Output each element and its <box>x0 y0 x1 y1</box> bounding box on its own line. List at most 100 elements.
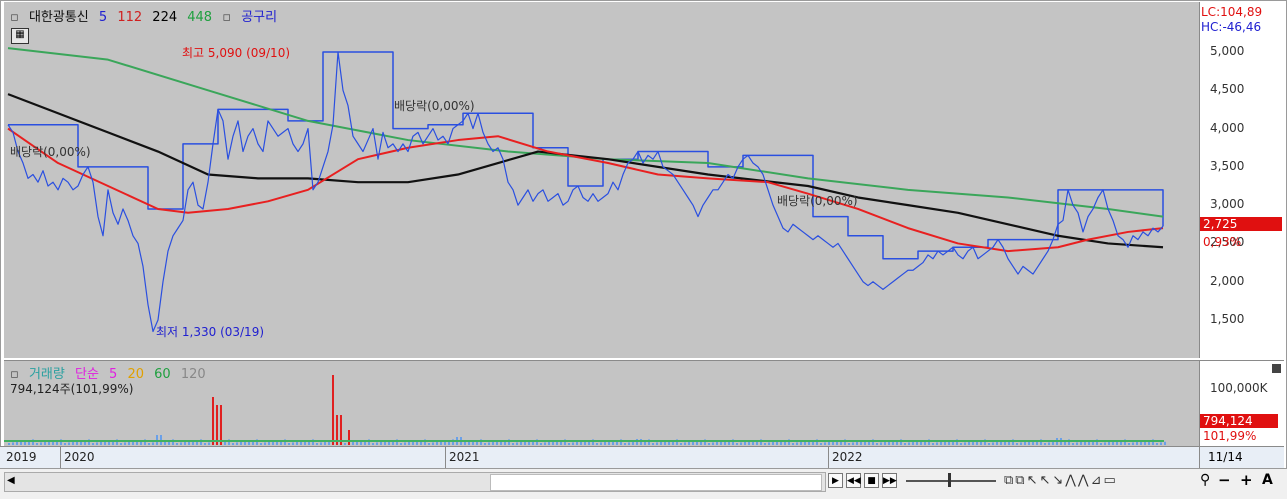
rewind-icon[interactable]: ◀◀ <box>846 473 861 488</box>
volume-bar <box>680 443 682 445</box>
volume-bar <box>744 441 746 445</box>
volume-bar <box>180 442 182 445</box>
volume-bar <box>100 441 102 445</box>
volume-bar <box>332 375 334 445</box>
scroll-right-icon[interactable]: ▶ <box>828 473 843 488</box>
current-change: 0,93% <box>1203 235 1242 249</box>
volume-current-badge: 794,124 <box>1200 414 1278 428</box>
volume-bar <box>1072 443 1074 445</box>
volume-bar <box>1128 443 1130 445</box>
volume-bar <box>936 442 938 445</box>
time-axis[interactable]: 2019 2020 2021 2022 <box>0 446 1199 469</box>
volume-bar <box>856 441 858 445</box>
horizontal-scrollbar[interactable]: ◀ <box>4 472 826 492</box>
volume-bar <box>292 442 294 445</box>
volume-bar <box>772 441 774 445</box>
volume-tick: 100,000K <box>1210 381 1268 395</box>
volume-bar <box>16 441 18 445</box>
zoom-out-icon[interactable]: − <box>1218 471 1231 489</box>
price-axis[interactable]: LC:104,89 HC:-46,46 5,000 4,500 4,000 3,500… <box>1199 2 1284 358</box>
volume-bar <box>12 442 14 445</box>
volume-bar <box>876 443 878 445</box>
volume-bar <box>1048 442 1050 445</box>
volume-bar <box>820 443 822 445</box>
volume-bar <box>92 443 94 445</box>
volume-bar <box>796 442 798 445</box>
volume-bar <box>988 443 990 445</box>
volume-bar <box>240 441 242 445</box>
volume-bar <box>432 442 434 445</box>
volume-bar <box>688 441 690 445</box>
x-label-2022: 2022 <box>832 450 863 464</box>
volume-bar <box>320 442 322 445</box>
ma-period-224: 224 <box>152 10 178 25</box>
volume-bar <box>1024 441 1026 445</box>
price-tick-label: 4,500 <box>1210 82 1245 97</box>
volume-bar <box>44 441 46 445</box>
ma112-line <box>7 127 1164 253</box>
chart-header: ▫ 대한광통신 5 112 224 448 ▫ 공구리 <box>10 6 283 25</box>
indicator-name[interactable]: 공구리 <box>241 10 277 25</box>
x-separator <box>828 447 829 469</box>
volume-bar <box>684 442 686 445</box>
volume-bar <box>884 441 886 445</box>
dividend-annotation-2: 배당락(0,00%) <box>394 99 475 113</box>
scroll-left-arrow-icon[interactable]: ◀ <box>7 475 15 486</box>
volume-bar <box>848 443 850 445</box>
volume-bar <box>1100 443 1102 445</box>
volume-close-icon[interactable] <box>1272 364 1281 373</box>
volume-bar <box>904 443 906 445</box>
volume-bar <box>1020 442 1022 445</box>
volume-bar <box>596 443 598 445</box>
volume-bar <box>72 441 74 445</box>
volume-bar <box>708 443 710 445</box>
volume-bar <box>932 443 934 445</box>
volume-bar <box>520 441 522 445</box>
ma-period-5: 5 <box>98 10 108 25</box>
text-size-icon[interactable]: A <box>1262 472 1273 488</box>
volume-bar <box>316 443 318 445</box>
volume-bar <box>40 442 42 445</box>
volume-bar <box>940 441 942 445</box>
volume-bar <box>1160 442 1162 445</box>
x-label-2020: 2020 <box>64 450 95 464</box>
stop-icon[interactable]: ■ <box>864 473 879 488</box>
zoom-slider-handle[interactable] <box>948 473 951 487</box>
price-pane[interactable]: ▫ 대한광통신 5 112 224 448 ▫ 공구리 ▦ 최고 5,090 (… <box>4 2 1199 358</box>
volume-bar <box>516 442 518 445</box>
volume-bar <box>176 443 178 445</box>
volume-bar <box>324 441 326 445</box>
volume-bar <box>1016 443 1018 445</box>
search-icon[interactable]: ⚲ <box>1200 472 1210 488</box>
zoom-in-icon[interactable]: + <box>1240 471 1253 489</box>
volume-bar <box>880 442 882 445</box>
volume-axis[interactable]: 100,000K 794,124 101,99% <box>1199 360 1284 447</box>
volume-bar <box>716 441 718 445</box>
scroll-thumb[interactable] <box>490 474 822 491</box>
volume-bar <box>236 442 238 445</box>
volume-bar <box>964 442 966 445</box>
volume-bar <box>568 443 570 445</box>
price-tick-label: 4,000 <box>1210 120 1245 135</box>
volume-bar <box>216 405 218 445</box>
ma-period-448: 448 <box>187 10 213 25</box>
stock-name[interactable]: 대한광통신 <box>29 10 89 25</box>
fast-forward-icon[interactable]: ▶▶ <box>882 473 897 488</box>
price-tick-label: 5,000 <box>1210 44 1245 58</box>
volume-bar <box>36 443 38 445</box>
volume-bar <box>296 441 298 445</box>
volume-bar <box>464 441 466 445</box>
volume-pane[interactable]: ▫ 거래량 단순 5 20 60 120 794,124주(101,99%) <box>4 360 1199 447</box>
drawing-tools[interactable]: ⧉⧉↖↖↘⋀⋀⊿▭ <box>1004 473 1118 488</box>
volume-bar <box>184 441 186 445</box>
grid-table-icon[interactable]: ▦ <box>11 28 29 44</box>
volume-bar <box>488 442 490 445</box>
volume-bar <box>436 441 438 445</box>
volume-bar <box>268 441 270 445</box>
volume-bar <box>764 443 766 445</box>
volume-bar <box>544 442 546 445</box>
volume-bar <box>484 443 486 445</box>
volume-bar <box>148 443 150 445</box>
zoom-slider[interactable] <box>906 480 996 482</box>
high-annotation: 최고 5,090 (09/10) <box>182 46 291 60</box>
